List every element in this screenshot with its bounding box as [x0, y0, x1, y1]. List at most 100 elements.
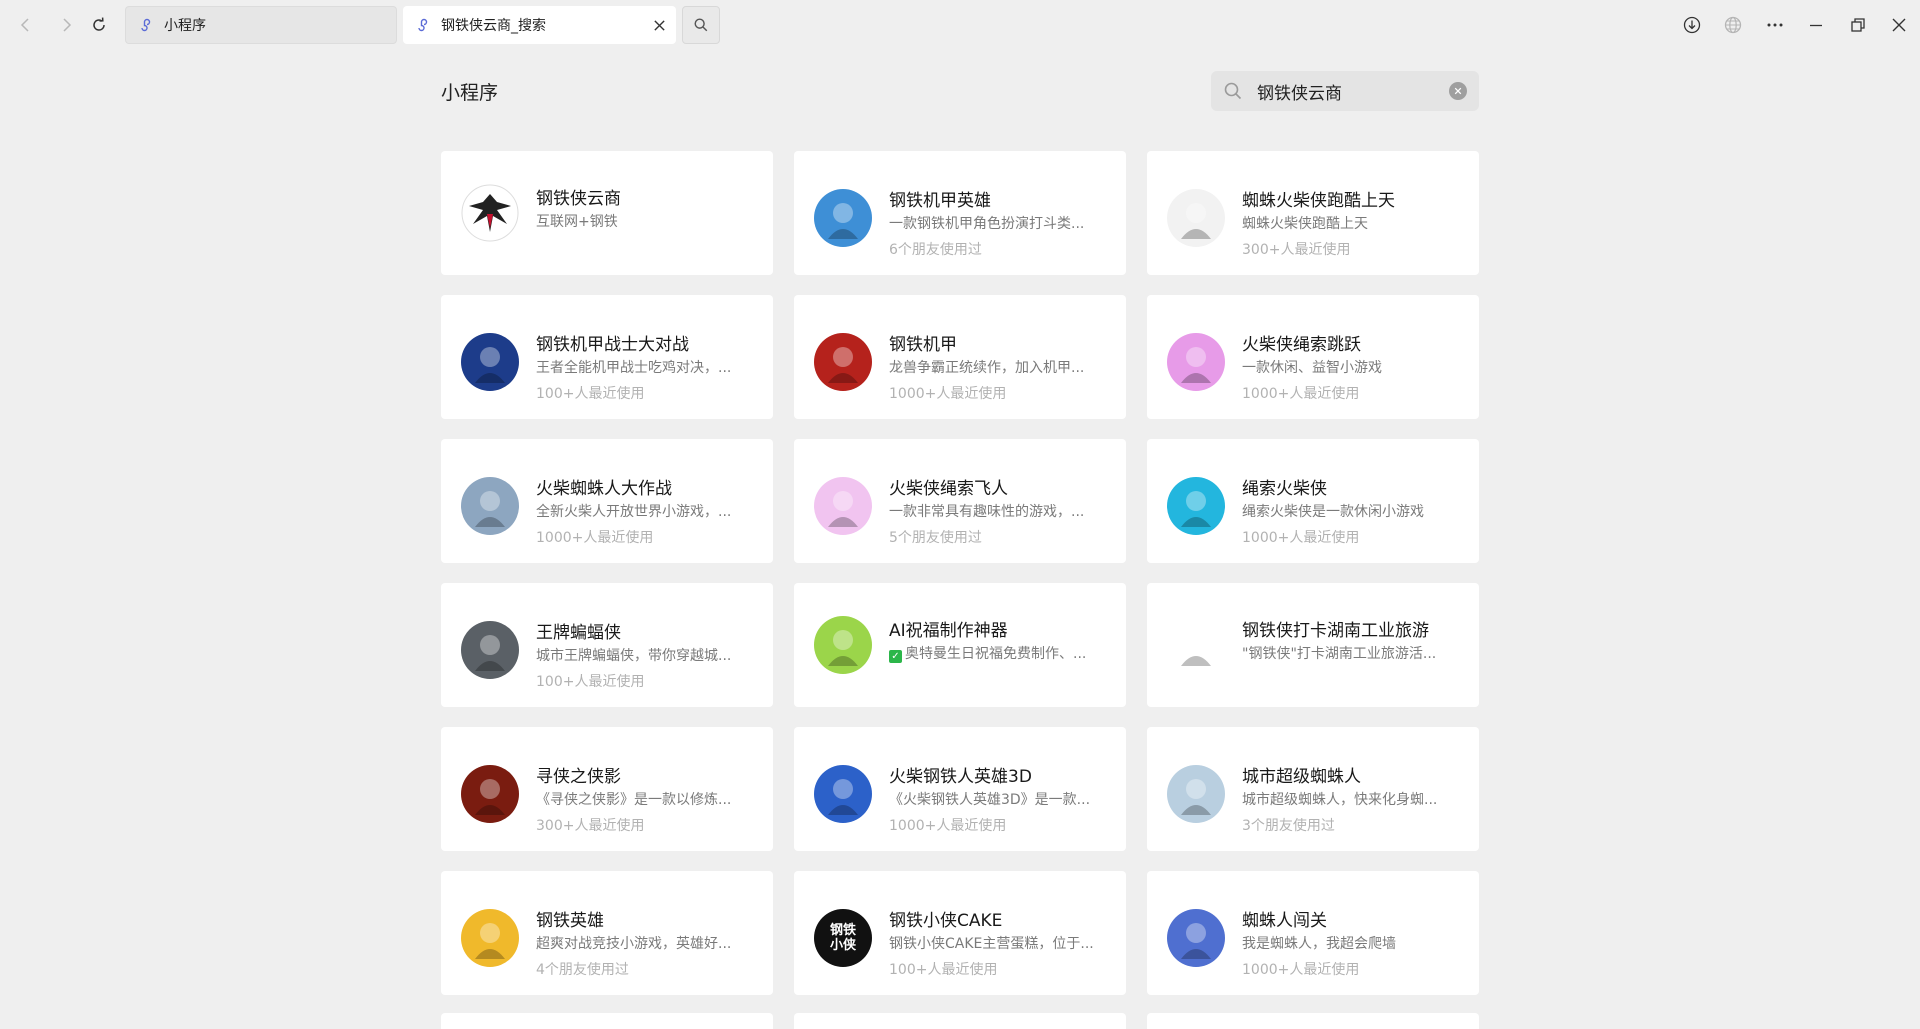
- result-card[interactable]: AI祝福制作神器 ✓ 奥特曼生日祝福免费制作、...: [794, 583, 1126, 707]
- result-description: 城市王牌蝙蝠侠，带你穿越城...: [536, 648, 732, 664]
- result-description: 我是蜘蛛人，我超会爬墙: [1242, 936, 1396, 952]
- search-field[interactable]: [1211, 71, 1479, 111]
- result-description: 蜘蛛火柴侠跑酷上天: [1242, 216, 1368, 232]
- result-description: 《火柴钢铁人英雄3D》是一款...: [889, 792, 1091, 808]
- search-input[interactable]: [1257, 81, 1437, 101]
- cake-brand-icon: 钢铁 小侠: [814, 909, 872, 967]
- result-usage: 4个朋友使用过: [536, 962, 629, 978]
- rope-fly-icon: [814, 477, 872, 535]
- result-name: 火柴钢铁人英雄3D: [889, 767, 1032, 787]
- more-icon[interactable]: [1763, 13, 1787, 37]
- result-card[interactable]: 钢铁机甲 龙兽争霸正统续作，加入机甲... 1000+人最近使用: [794, 295, 1126, 419]
- result-name: 城市超级蜘蛛人: [1242, 767, 1361, 787]
- stick-iron-icon: [814, 765, 872, 823]
- result-description: 互联网+钢铁: [536, 214, 618, 230]
- result-name: 寻侠之侠影: [536, 767, 621, 787]
- result-name: 火柴侠绳索跳跃: [1242, 335, 1361, 355]
- result-usage: 1000+人最近使用: [536, 530, 654, 546]
- mech-robot-icon: [814, 189, 872, 247]
- result-card[interactable]: 钢铁侠云商互联网+钢铁: [441, 151, 773, 275]
- result-usage: 1000+人最近使用: [1242, 530, 1360, 546]
- result-description: 绳索火柴侠是一款休闲小游戏: [1242, 504, 1424, 520]
- result-card[interactable]: 钢铁机甲战士大对战 王者全能机甲战士吃鸡对决，... 100+人最近使用: [441, 295, 773, 419]
- smiley-sunglasses-icon: [814, 616, 872, 674]
- result-name: 钢铁机甲战士大对战: [536, 335, 689, 355]
- result-description: 一款钢铁机甲角色扮演打斗类...: [889, 216, 1085, 232]
- result-usage: 1000+人最近使用: [889, 386, 1007, 402]
- result-name: 火柴蜘蛛人大作战: [536, 479, 672, 499]
- result-description: 超爽对战竞技小游戏，英雄好...: [536, 936, 732, 952]
- result-card[interactable]: [1147, 1013, 1479, 1029]
- restore-icon[interactable]: [1846, 13, 1870, 37]
- result-card[interactable]: 钢铁机甲英雄 一款钢铁机甲角色扮演打斗类... 6个朋友使用过: [794, 151, 1126, 275]
- eagle-logo-icon: [461, 184, 519, 242]
- result-card[interactable]: 蜘蛛火柴侠跑酷上天 蜘蛛火柴侠跑酷上天 300+人最近使用: [1147, 151, 1479, 275]
- tab-search-results[interactable]: 钢铁侠云商_搜索: [403, 6, 676, 44]
- search-button[interactable]: [682, 6, 720, 44]
- tab-label: 小程序: [164, 18, 206, 34]
- globe-icon[interactable]: [1721, 13, 1745, 37]
- result-usage: 300+人最近使用: [536, 818, 645, 834]
- result-description: 城市超级蜘蛛人，快来化身蜘...: [1242, 792, 1438, 808]
- result-name: 钢铁侠云商: [536, 189, 621, 209]
- result-card[interactable]: 钢铁侠打卡湖南工业旅游 "钢铁侠"打卡湖南工业旅游活...: [1147, 583, 1479, 707]
- result-name: 绳索火柴侠: [1242, 479, 1327, 499]
- result-name: 王牌蝙蝠侠: [536, 623, 621, 643]
- page-title: 小程序: [441, 82, 499, 104]
- result-usage: 1000+人最近使用: [1242, 962, 1360, 978]
- result-card[interactable]: 寻侠之侠影《寻侠之侠影》是一款以修炼... 300+人最近使用: [441, 727, 773, 851]
- result-usage: 1000+人最近使用: [889, 818, 1007, 834]
- result-card[interactable]: 火柴蜘蛛人大作战全新火柴人开放世界小游戏，... 1000+人最近使用: [441, 439, 773, 563]
- result-card[interactable]: 蜘蛛人闯关 我是蜘蛛人，我超会爬墙 1000+人最近使用: [1147, 871, 1479, 995]
- minimize-icon[interactable]: [1804, 13, 1828, 37]
- mini-program-icon: [415, 17, 431, 33]
- result-description-text: 奥特曼生日祝福免费制作、...: [905, 646, 1087, 662]
- download-icon[interactable]: [1680, 13, 1704, 37]
- rope-stickman-icon: [1167, 477, 1225, 535]
- close-icon[interactable]: [650, 16, 668, 34]
- result-usage: 3个朋友使用过: [1242, 818, 1335, 834]
- search-icon: [694, 18, 708, 32]
- result-card[interactable]: [441, 1013, 773, 1029]
- result-card[interactable]: 城市超级蜘蛛人城市超级蜘蛛人，快来化身蜘... 3个朋友使用过: [1147, 727, 1479, 851]
- result-description: ✓ 奥特曼生日祝福免费制作、...: [889, 644, 1109, 664]
- result-card[interactable]: 火柴侠绳索跳跃一款休闲、益智小游戏 1000+人最近使用: [1147, 295, 1479, 419]
- result-description: "钢铁侠"打卡湖南工业旅游活...: [1242, 646, 1437, 662]
- result-description: 一款休闲、益智小游戏: [1242, 360, 1382, 376]
- stick-spider-icon: [461, 477, 519, 535]
- result-card[interactable]: 火柴钢铁人英雄3D 《火柴钢铁人英雄3D》是一款... 1000+人最近使用: [794, 727, 1126, 851]
- result-name: 钢铁机甲英雄: [889, 191, 991, 211]
- back-icon[interactable]: [14, 13, 38, 37]
- result-card[interactable]: [794, 1013, 1126, 1029]
- spider-pixel-icon: [1167, 909, 1225, 967]
- results-grid: 钢铁侠云商 互联网+钢铁 钢铁机甲英雄 一款钢铁机甲角色扮演打斗类... 6个朋友使用过…: [441, 151, 1479, 995]
- result-card[interactable]: 绳索火柴侠绳索火柴侠是一款休闲小游戏 1000+人最近使用: [1147, 439, 1479, 563]
- red-mech-icon: [814, 333, 872, 391]
- result-description: 全新火柴人开放世界小游戏，...: [536, 504, 732, 520]
- result-name: AI祝福制作神器: [889, 621, 1008, 641]
- browser-toolbar: 小程序 钢铁侠云商_搜索: [0, 0, 1920, 50]
- result-name: 钢铁小侠CAKE: [889, 911, 1003, 931]
- result-card[interactable]: 钢铁英雄 超爽对战竞技小游戏，英雄好... 4个朋友使用过: [441, 871, 773, 995]
- tab-label: 钢铁侠云商_搜索: [441, 18, 546, 34]
- result-description: 《寻侠之侠影》是一款以修炼...: [536, 792, 732, 808]
- result-usage: 1000+人最近使用: [1242, 386, 1360, 402]
- result-name: 钢铁侠打卡湖南工业旅游: [1242, 621, 1429, 641]
- result-card[interactable]: 钢铁 小侠 钢铁小侠CAKE 钢铁小侠CAKE主营蛋糕，位于... 100+人最近使用: [794, 871, 1126, 995]
- clear-icon[interactable]: [1449, 82, 1467, 100]
- result-card[interactable]: 王牌蝙蝠侠城市王牌蝙蝠侠，带你穿越城... 100+人最近使用: [441, 583, 773, 707]
- forward-icon[interactable]: [54, 13, 78, 37]
- pk-hero-icon: [461, 909, 519, 967]
- next-row-cards-partial: [441, 1013, 1479, 1029]
- result-description: 钢铁小侠CAKE主营蛋糕，位于...: [889, 936, 1094, 952]
- search-icon: [1223, 81, 1243, 101]
- result-card[interactable]: 火柴侠绳索飞人 一款非常具有趣味性的游戏，... 5个朋友使用过: [794, 439, 1126, 563]
- mini-program-icon: [138, 17, 154, 33]
- tab-mini-program[interactable]: 小程序: [125, 6, 397, 44]
- city-spider-icon: [1167, 765, 1225, 823]
- result-description: 龙兽争霸正统续作，加入机甲...: [889, 360, 1085, 376]
- result-usage: 100+人最近使用: [536, 674, 645, 690]
- result-description: 王者全能机甲战士吃鸡对决，...: [536, 360, 732, 376]
- refresh-icon[interactable]: [87, 13, 111, 37]
- close-window-icon[interactable]: [1887, 13, 1911, 37]
